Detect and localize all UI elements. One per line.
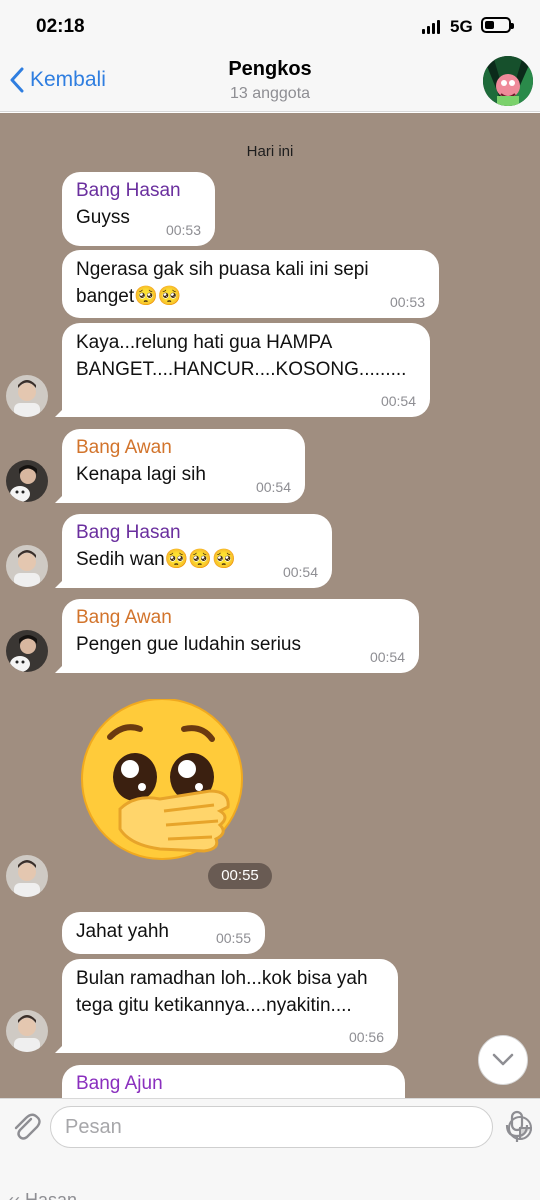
message-bubble[interactable]: Jahat yahh 00:55 xyxy=(62,912,265,954)
bottom-peek-bar: ‹‹ Hasan xyxy=(0,1156,540,1200)
message-text: Pengen gue ludahin serius xyxy=(76,634,302,655)
chevron-left-icon xyxy=(10,67,24,93)
sender-name[interactable]: Bang Hasan xyxy=(76,520,318,546)
avatar-hasan[interactable] xyxy=(6,1010,48,1052)
microphone-icon[interactable] xyxy=(503,1109,531,1145)
message-bubble[interactable]: Bang Hasan Sedih wan🥺🥺🥺 00:54 xyxy=(62,514,332,588)
back-label: Kembali xyxy=(30,68,106,91)
network-type: 5G xyxy=(450,17,473,36)
sender-name[interactable]: Bang Ajun xyxy=(76,1071,391,1097)
chat-title-area[interactable]: Pengkos 13 anggota xyxy=(150,58,390,103)
signal-icon xyxy=(422,20,442,34)
message-time: 00:54 xyxy=(369,649,405,665)
message-time: 00:55 xyxy=(215,930,251,946)
paperclip-icon[interactable] xyxy=(8,1109,44,1145)
avatar-hasan[interactable] xyxy=(6,545,48,587)
avatar-awan[interactable] xyxy=(6,630,48,672)
message-bubble[interactable]: Bang Ajun xyxy=(62,1065,405,1098)
message-bubble[interactable]: Bulan ramadhan loh...kok bisa yah tega g… xyxy=(62,959,398,1053)
message-input-wrapper xyxy=(50,1106,533,1148)
avatar-awan[interactable] xyxy=(6,460,48,502)
message-text: Sedih wan🥺🥺🥺 xyxy=(76,549,236,570)
message-bubble[interactable]: Bang Hasan Guyss 00:53 xyxy=(62,172,215,246)
date-separator: Hari ini xyxy=(246,143,294,160)
message-time: 00:54 xyxy=(380,393,416,409)
composer-bar xyxy=(0,1098,540,1156)
message-time: 00:54 xyxy=(255,479,291,495)
status-time: 02:18 xyxy=(36,16,85,37)
chevron-down-icon xyxy=(492,1053,514,1066)
sender-name[interactable]: Bang Awan xyxy=(76,435,291,461)
message-text: Bulan ramadhan loh...kok bisa yah tega g… xyxy=(76,968,368,1016)
message-time: 00:53 xyxy=(389,294,425,310)
member-count: 13 anggota xyxy=(229,85,311,102)
message-input[interactable] xyxy=(65,1107,445,1147)
battery-icon xyxy=(481,17,514,33)
message-bubble[interactable]: Bang Awan Kenapa lagi sih 00:54 xyxy=(62,429,305,503)
back-button[interactable]: Kembali xyxy=(10,62,106,98)
group-avatar[interactable] xyxy=(483,56,533,106)
message-bubble[interactable]: Bang Awan Pengen gue ludahin serius 00:5… xyxy=(62,599,419,673)
message-bubble[interactable]: Kaya...relung hati gua HAMPA BANGET....H… xyxy=(62,323,430,417)
scroll-down-button[interactable] xyxy=(478,1035,528,1085)
message-list[interactable]: Hari ini Bang Hasan Guyss 00:53 Ngerasa … xyxy=(0,113,540,1098)
message-text: Kaya...relung hati gua HAMPA BANGET....H… xyxy=(76,332,407,380)
sticker-emoji[interactable] xyxy=(80,699,245,869)
message-time: 00:56 xyxy=(348,1029,384,1045)
message-time: 00:54 xyxy=(282,564,318,580)
message-text: Ngerasa gak sih puasa kali ini sepi bang… xyxy=(76,259,369,307)
message-time: 00:53 xyxy=(165,222,201,238)
sender-name[interactable]: Bang Hasan xyxy=(76,178,201,204)
status-bar: 02:18 5G xyxy=(0,0,540,52)
sticker-time: 00:55 xyxy=(208,863,272,889)
bottom-peek-text: ‹‹ Hasan xyxy=(8,1190,78,1200)
sender-name[interactable]: Bang Awan xyxy=(76,605,405,631)
message-bubble[interactable]: Ngerasa gak sih puasa kali ini sepi bang… xyxy=(62,250,439,318)
chat-title: Pengkos xyxy=(228,58,312,80)
avatar-hasan[interactable] xyxy=(6,375,48,417)
chat-header: Kembali Pengkos 13 anggota xyxy=(0,52,540,112)
avatar-hasan[interactable] xyxy=(6,855,48,897)
